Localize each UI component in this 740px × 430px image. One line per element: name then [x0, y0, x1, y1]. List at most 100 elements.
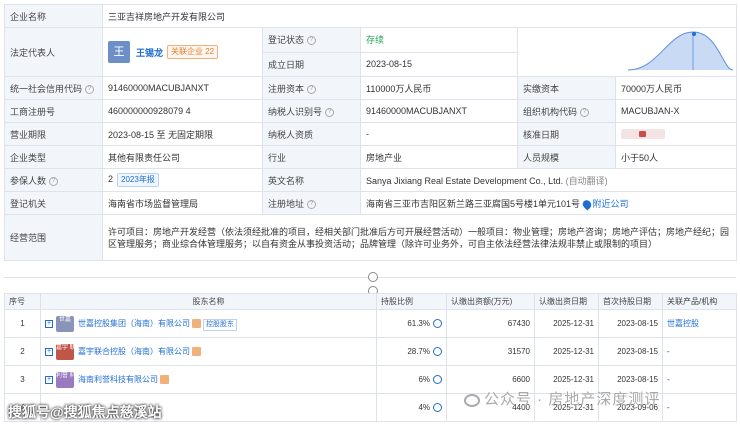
taxpayer-qual-label: 纳税人资质	[262, 122, 361, 146]
term-value: 2023-08-15 至 无固定期限	[102, 122, 263, 146]
wechat-icon	[464, 393, 480, 407]
annual-report-badge[interactable]: 2023年报	[117, 173, 159, 187]
rep-label: 法定代表人	[4, 27, 103, 77]
name-label: 企业名称	[4, 4, 103, 28]
company-info-table: 企业名称 三亚吉祥房地产开发有限公司 法定代表人 王王锡龙 关联企业 22 登记状…	[4, 4, 738, 261]
scope-label: 经营范围	[4, 214, 103, 261]
industry-value: 房地产业	[360, 145, 518, 169]
authority-label: 登记机关	[4, 191, 103, 215]
approve-value	[614, 122, 738, 146]
help-icon[interactable]: ?	[580, 107, 590, 117]
col-header: 持股比例	[376, 293, 447, 310]
org-code-label: 组织机构代码?	[517, 99, 616, 123]
taxpayer-qual-value: -	[360, 122, 518, 146]
amount-cell: 31570	[446, 337, 535, 366]
nearby-link[interactable]: 附近公司	[593, 199, 629, 209]
staff-value: 小于50人	[614, 145, 738, 169]
help-icon[interactable]: ?	[307, 199, 317, 209]
staff-label: 人员规模	[517, 145, 616, 169]
watermark-wechat: 公众号 · 房地产深度测评	[464, 388, 660, 409]
chain-icon[interactable]	[192, 319, 201, 328]
pct-cell: 4%	[376, 393, 447, 422]
assoc-link[interactable]: 世嘉控股	[662, 309, 737, 338]
pct-cell: 6%	[376, 365, 447, 394]
assoc-value: -	[662, 393, 737, 422]
type-value: 其他有限责任公司	[102, 145, 263, 169]
biz-reg-value: 460000000928079 4	[102, 99, 263, 123]
holder-name-link[interactable]: 海南利誉科技有限公司	[78, 375, 158, 384]
credit-value: 91460000MACUBJANXT	[102, 76, 263, 100]
authority-value: 海南省市场监督管理局	[102, 191, 263, 215]
help-icon[interactable]: ?	[307, 36, 317, 46]
address-label: 注册地址?	[262, 191, 361, 215]
taxpayer-id-value: 91460000MACUBJANXT	[360, 99, 518, 123]
taxpayer-id-label: 纳税人识别号?	[262, 99, 361, 123]
watermark-sohu: 搜狐号@搜狐焦点慈溪站	[8, 404, 162, 420]
pct-cell: 61.3%	[376, 309, 447, 338]
expand-icon[interactable]: +	[45, 375, 53, 384]
rep-name-link[interactable]: 王锡龙	[136, 48, 163, 58]
holder-name-link[interactable]: 世嘉控股集团（海南）有限公司	[78, 319, 190, 328]
en-name-label: 英文名称	[262, 168, 361, 192]
en-name-value: Sanya Jixiang Real Estate Development Co…	[359, 168, 738, 192]
scope-value: 许可项目：房地产开发经营（依法须经批准的项目，经相关部门批准后方可开展经营活动）…	[101, 214, 738, 261]
holder-cell[interactable]: + 世嘉 世嘉控股集团（海南）有限公司 控股股东	[40, 309, 377, 338]
biz-reg-label: 工商注册号	[4, 99, 103, 123]
holder-name-link[interactable]: 嘉宇联合控股（海南）有限公司	[78, 347, 190, 356]
founded-value: 2023-08-15	[360, 51, 518, 77]
date-cell: 2025-12-31	[534, 337, 599, 366]
date-cell: 2025-12-31	[534, 309, 599, 338]
address-value: 海南省三亚市吉阳区新兰路三亚腐国5号楼1单元101号 附近公司	[359, 191, 738, 215]
status-label: 登记状态?	[262, 27, 361, 53]
controlling-tag: 控股股东	[203, 318, 237, 331]
expand-icon[interactable]: +	[45, 319, 53, 328]
holder-cell[interactable]: + 利誉 科技海南利誉科技有限公司	[40, 365, 377, 394]
org-code-value: MACUBJAN-X	[614, 99, 738, 123]
pie-icon[interactable]	[433, 375, 442, 385]
help-icon[interactable]: ?	[307, 84, 317, 94]
amount-cell: 67430	[446, 309, 535, 338]
avatar: 王	[108, 41, 130, 63]
help-icon[interactable]: ?	[49, 176, 59, 186]
help-icon[interactable]: ?	[325, 107, 335, 117]
status-value: 存续	[360, 27, 518, 53]
row-number: 1	[4, 309, 41, 338]
industry-label: 行业	[262, 145, 361, 169]
first-date-cell: 2023-08-15	[598, 309, 663, 338]
pie-icon[interactable]	[433, 347, 442, 357]
pie-icon[interactable]	[433, 403, 442, 413]
table-header: 序号 股东名称 持股比例 认缴出资额(万元) 认缴出资日期 首次持股日期 关联产…	[4, 293, 737, 310]
table-row[interactable]: 2 + 嘉宇 联合嘉宇联合控股（海南）有限公司 28.7% 31570 2025-…	[4, 337, 737, 366]
holder-cell[interactable]: + 嘉宇 联合嘉宇联合控股（海南）有限公司	[40, 337, 377, 366]
term-label: 营业期限	[4, 122, 103, 146]
col-header: 首次持股日期	[598, 293, 663, 310]
drag-handle[interactable]	[368, 272, 378, 282]
distribution-chart	[516, 27, 738, 77]
company-name: 三亚吉祥房地产开发有限公司	[101, 4, 738, 28]
founded-label: 成立日期	[262, 51, 361, 77]
company-logo: 世嘉	[56, 315, 74, 332]
bell-curve-icon	[627, 31, 734, 71]
legal-rep[interactable]: 王王锡龙 关联企业 22	[102, 27, 263, 77]
assoc-badge[interactable]: 关联企业 22	[167, 45, 219, 59]
help-icon[interactable]: ?	[85, 84, 95, 94]
approve-label: 核准日期	[517, 122, 616, 146]
assoc-value: -	[662, 365, 737, 394]
col-header: 认缴出资日期	[534, 293, 599, 310]
col-header: 股东名称	[40, 293, 377, 310]
reg-capital-label: 注册资本?	[262, 76, 361, 100]
paid-capital-label: 实缴资本	[517, 76, 616, 100]
row-number: 2	[4, 337, 41, 366]
map-pin-icon	[580, 198, 593, 211]
lock-icon[interactable]	[621, 129, 665, 140]
expand-icon[interactable]: +	[45, 347, 53, 356]
pie-icon[interactable]	[433, 319, 442, 329]
company-logo: 嘉宇 联合	[56, 343, 82, 360]
chain-icon[interactable]	[160, 375, 169, 384]
insured-label: 参保人数?	[4, 168, 103, 192]
chain-icon[interactable]	[192, 347, 201, 356]
type-label: 企业类型	[4, 145, 103, 169]
assoc-value: -	[662, 337, 737, 366]
table-row[interactable]: 1 + 世嘉 世嘉控股集团（海南）有限公司 控股股东 61.3% 67430 2025…	[4, 309, 737, 338]
first-date-cell: 2023-08-15	[598, 337, 663, 366]
